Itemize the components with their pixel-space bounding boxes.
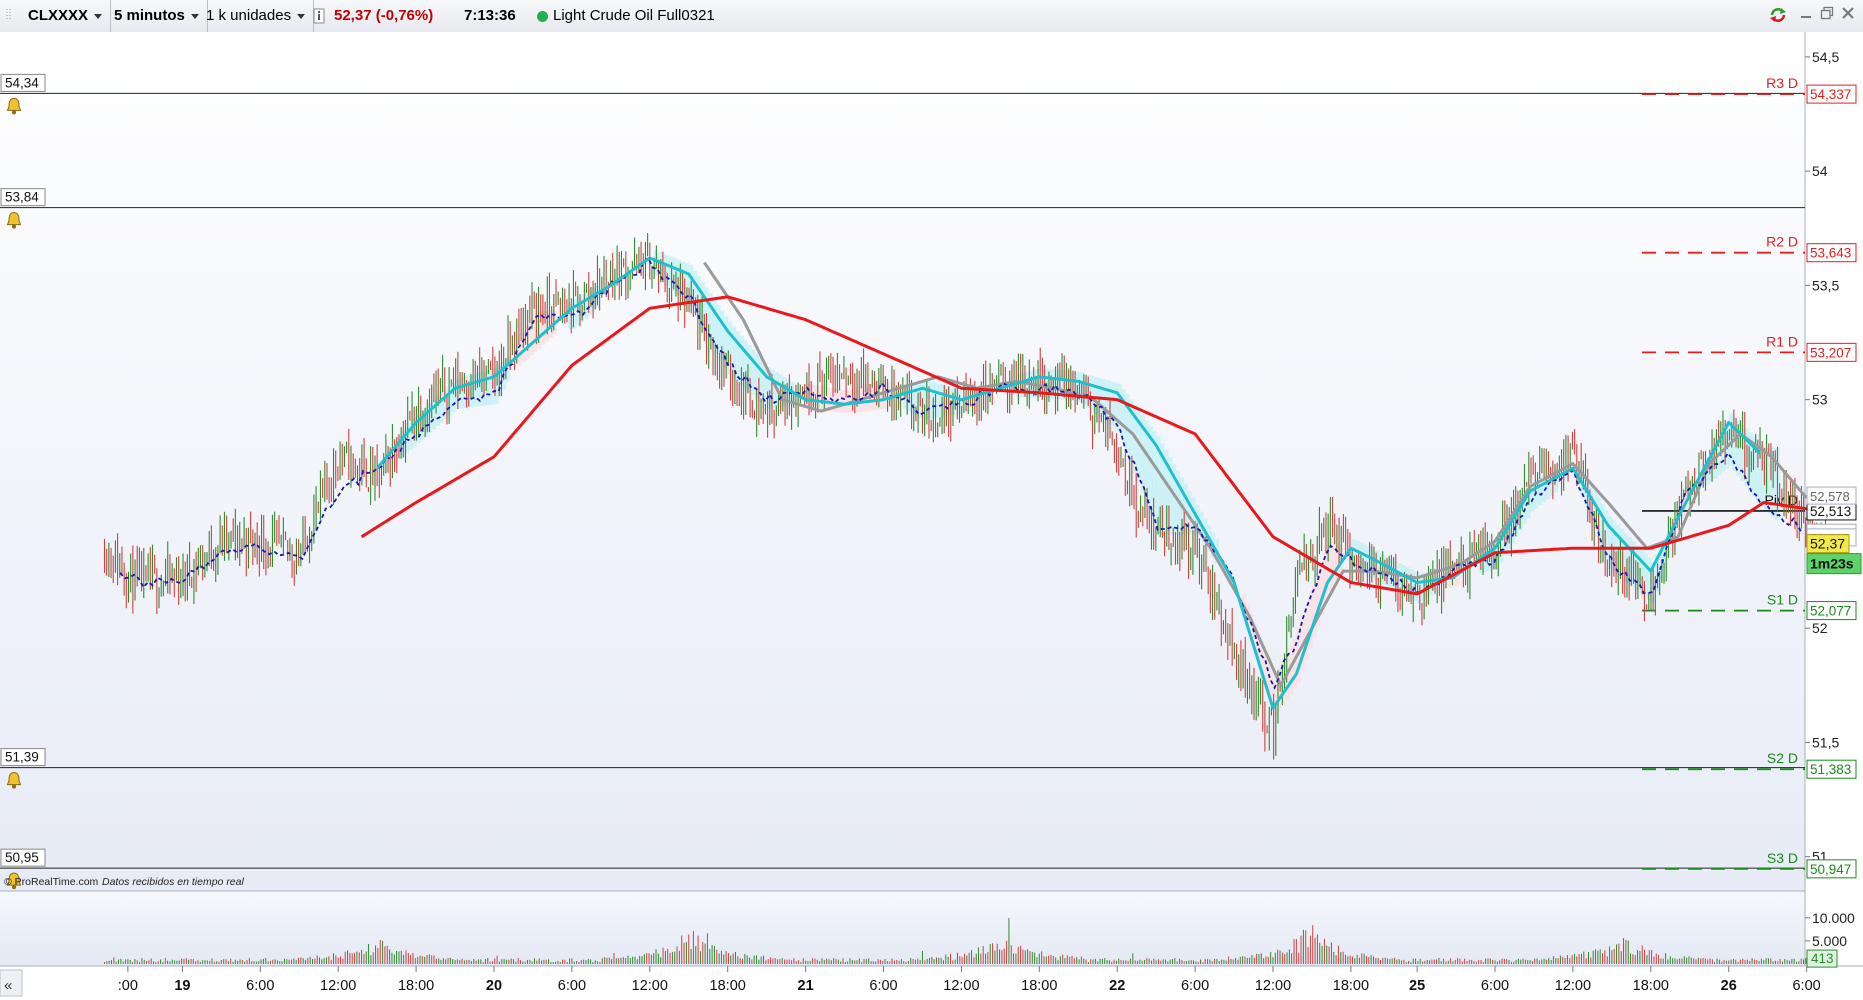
chevron-down-icon bbox=[94, 13, 103, 19]
pivot-level-name: S1 D bbox=[1767, 592, 1798, 608]
alert-price-label: 54,34 bbox=[5, 75, 39, 90]
alert-price-label: 50,95 bbox=[5, 850, 39, 865]
live-status-icon bbox=[537, 10, 548, 22]
close-icon[interactable] bbox=[1839, 6, 1857, 24]
x-tick-label: 12:00 bbox=[632, 978, 668, 994]
bell-clapper bbox=[12, 784, 16, 789]
x-tick-label: 18:00 bbox=[398, 978, 434, 994]
symbol-label: CLXXXX bbox=[28, 7, 89, 24]
pivot-value-label: 53,207 bbox=[1810, 345, 1851, 360]
x-tick-label: 6:00 bbox=[869, 978, 897, 994]
pivot-level-name: R3 D bbox=[1766, 75, 1798, 91]
indicator-value-label: 52,578 bbox=[1810, 489, 1850, 504]
x-tick-label: 18:00 bbox=[1633, 978, 1669, 994]
interval-selector[interactable]: 5 minutos bbox=[106, 0, 208, 32]
volume-tick-label: 10.000 bbox=[1812, 910, 1855, 926]
chevron-down-icon bbox=[297, 13, 306, 19]
last-price-label: 52,37 bbox=[1810, 536, 1845, 552]
footer-status: Datos recibidos en tiempo real bbox=[102, 876, 244, 888]
pivot-level-name: S3 D bbox=[1767, 850, 1798, 866]
volume-last-label: 413 bbox=[1811, 951, 1834, 966]
price-panel-background bbox=[0, 32, 1805, 891]
pivot-value-label: 53,643 bbox=[1810, 246, 1851, 261]
cloud-band bbox=[486, 369, 491, 406]
pivot-level-name: R1 D bbox=[1766, 333, 1798, 349]
x-tick-label: 6:00 bbox=[1481, 978, 1509, 994]
y-tick-label: 51,5 bbox=[1812, 734, 1839, 750]
alert-price-label: 51,39 bbox=[5, 750, 39, 765]
x-tick-label: 21 bbox=[798, 978, 814, 994]
pivot-value-label: 52,513 bbox=[1810, 504, 1851, 519]
volume-panel-background bbox=[0, 891, 1805, 966]
x-tick-label: 12:00 bbox=[1255, 978, 1291, 994]
quote-time: 7:13:36 bbox=[464, 7, 516, 24]
x-tick-label: 6:00 bbox=[1181, 978, 1209, 994]
x-tick-label: 6:00 bbox=[246, 978, 274, 994]
bell-clapper bbox=[12, 110, 16, 115]
price-change: 52,37 (-0,76%) bbox=[334, 7, 434, 24]
grip-icon bbox=[2, 6, 16, 24]
instrument-status: Light Crude Oil Full0321 bbox=[537, 0, 715, 32]
info-icon[interactable] bbox=[313, 0, 325, 32]
x-tick-label: 20 bbox=[486, 978, 502, 994]
pivot-level-name: S2 D bbox=[1767, 750, 1798, 766]
y-tick-label: 53 bbox=[1812, 392, 1828, 408]
x-tick-label: 25 bbox=[1409, 978, 1425, 994]
pivot-value-label: 51,383 bbox=[1810, 762, 1851, 777]
minimize-icon[interactable] bbox=[1797, 6, 1815, 24]
x-tick-label: 12:00 bbox=[1555, 978, 1591, 994]
x-tick-label: 18:00 bbox=[710, 978, 746, 994]
refresh-icon[interactable] bbox=[1768, 6, 1786, 24]
footer-brand: © ProRealTime.com bbox=[4, 876, 99, 888]
price-chart[interactable]: 54,3453,8451,3950,95 R3 DR2 DR1 DPiv DS1… bbox=[0, 32, 1863, 1000]
symbol-selector[interactable]: CLXXXX bbox=[20, 0, 112, 32]
x-tick-label: :00 bbox=[118, 978, 138, 994]
x-tick-label: 6:00 bbox=[1792, 978, 1820, 994]
pivot-value-label: 54,337 bbox=[1810, 87, 1851, 102]
candle-timer-label: 1m23s bbox=[1810, 556, 1854, 572]
y-tick-label: 54 bbox=[1812, 163, 1828, 179]
scroll-left-button[interactable]: « bbox=[0, 969, 23, 997]
units-selector[interactable]: 1 k unidades bbox=[198, 0, 315, 32]
x-tick-label: 6:00 bbox=[558, 978, 586, 994]
double-chevron-left-icon: « bbox=[4, 977, 12, 994]
units-label: 1 k unidades bbox=[206, 7, 292, 24]
bell-clapper bbox=[12, 224, 16, 229]
y-tick-label: 54,5 bbox=[1812, 49, 1839, 65]
x-tick-label: 22 bbox=[1109, 978, 1125, 994]
pivot-value-label: 50,947 bbox=[1810, 862, 1851, 877]
volume-tick-label: 5.000 bbox=[1812, 933, 1847, 949]
x-tick-label: 19 bbox=[174, 978, 190, 994]
cloud-band bbox=[934, 382, 939, 419]
x-tick-label: 18:00 bbox=[1021, 978, 1057, 994]
pivot-value-label: 52,077 bbox=[1810, 604, 1851, 619]
restore-icon[interactable] bbox=[1818, 6, 1836, 24]
y-tick-label: 53,5 bbox=[1812, 277, 1839, 293]
cloud-band bbox=[930, 381, 935, 419]
interval-label: 5 minutos bbox=[114, 7, 185, 24]
cloud-band bbox=[1643, 553, 1648, 597]
instrument-name: Light Crude Oil Full0321 bbox=[553, 7, 715, 24]
cloud-band bbox=[840, 389, 846, 413]
alert-price-label: 53,84 bbox=[5, 190, 39, 205]
x-tick-label: 18:00 bbox=[1333, 978, 1369, 994]
x-tick-label: 12:00 bbox=[943, 978, 979, 994]
x-tick-label: 12:00 bbox=[320, 978, 356, 994]
chart-toolbar: CLXXXX 5 minutos 1 k unidades 52,37 (-0,… bbox=[0, 0, 1863, 33]
pivot-level-name: R2 D bbox=[1766, 234, 1798, 250]
y-tick-label: 52 bbox=[1812, 620, 1828, 636]
x-tick-label: 26 bbox=[1721, 978, 1737, 994]
